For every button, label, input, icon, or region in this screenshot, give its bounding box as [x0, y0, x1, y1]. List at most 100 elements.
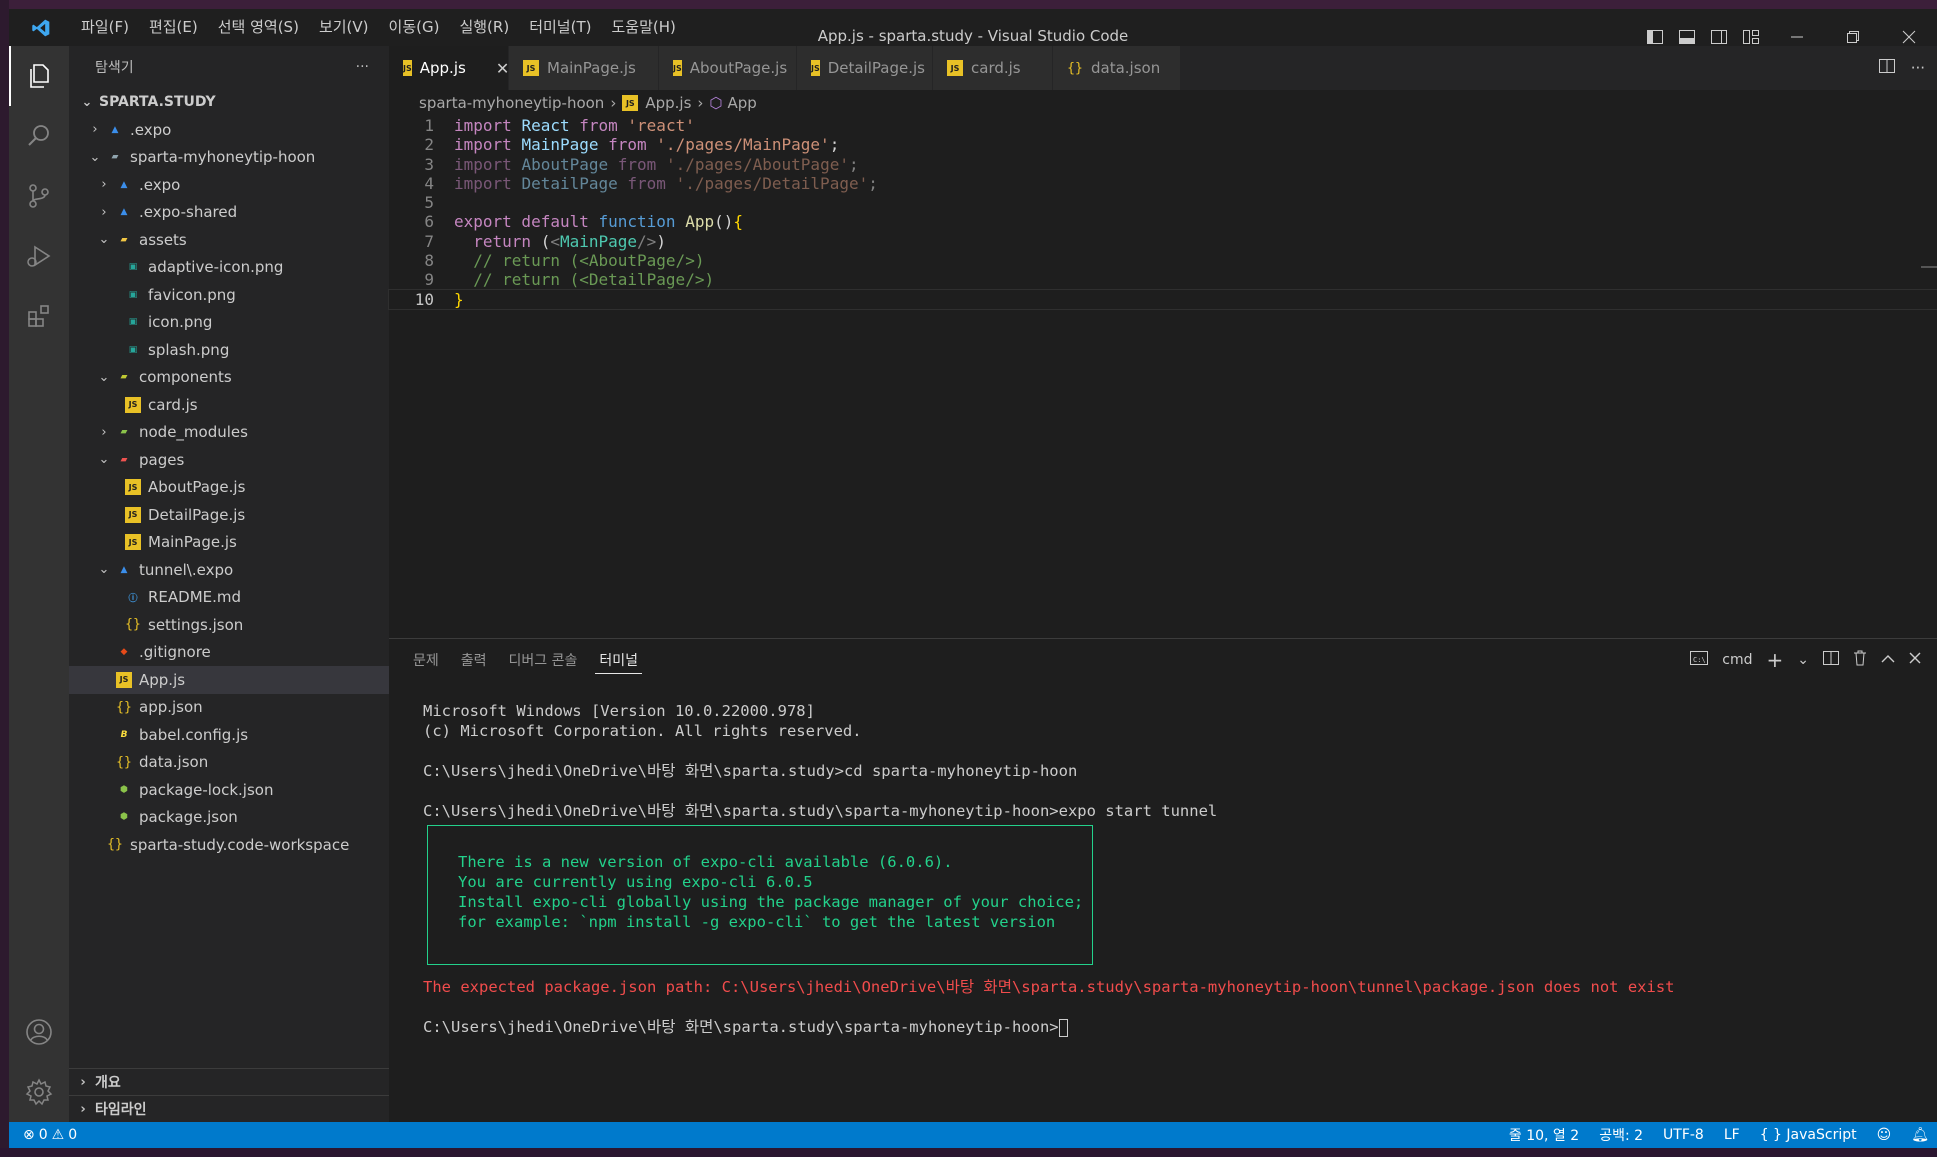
- outline-panel-header[interactable]: › 개요: [69, 1068, 389, 1095]
- menu-item[interactable]: 선택 영역(S): [208, 9, 309, 46]
- extensions-icon[interactable]: [9, 286, 69, 346]
- code-token: from: [608, 154, 666, 174]
- tree-item[interactable]: ▣ favicon.png: [69, 281, 389, 309]
- tree-item[interactable]: ⬢ package.json: [69, 804, 389, 832]
- close-panel-icon[interactable]: [1909, 652, 1921, 668]
- tree-item[interactable]: › ▰ node_modules: [69, 419, 389, 447]
- menu-item[interactable]: 이동(G): [379, 9, 450, 46]
- code-token: from: [598, 135, 657, 155]
- tree-item[interactable]: ▣ adaptive-icon.png: [69, 254, 389, 282]
- menu-item[interactable]: 실행(R): [449, 9, 519, 46]
- source-control-icon[interactable]: [9, 166, 69, 226]
- breadcrumb-file[interactable]: App.js: [645, 94, 691, 112]
- editor-tab[interactable]: JS MainPage.js: [509, 46, 659, 90]
- tree-item[interactable]: {} settings.json: [69, 611, 389, 639]
- editor-tab[interactable]: JS card.js: [933, 46, 1053, 90]
- tree-item[interactable]: {} data.json: [69, 749, 389, 777]
- new-terminal-icon[interactable]: +: [1767, 648, 1784, 672]
- terminal-line: C:\Users\jhedi\OneDrive\바탕 화면\sparta.stu…: [423, 802, 1218, 820]
- split-editor-icon[interactable]: [1878, 59, 1895, 77]
- menu-item[interactable]: 도움말(H): [601, 9, 685, 46]
- editor-tab[interactable]: JS DetailPage.js: [797, 46, 933, 90]
- terminal-output[interactable]: Microsoft Windows [Version 10.0.22000.97…: [389, 681, 1937, 1037]
- more-actions-icon[interactable]: ···: [356, 59, 369, 75]
- tree-item[interactable]: ⓘ README.md: [69, 584, 389, 612]
- breadcrumb-symbol[interactable]: App: [728, 94, 757, 112]
- menu-item[interactable]: 편집(E): [139, 9, 208, 46]
- tree-item[interactable]: JS App.js: [69, 666, 389, 694]
- tree-item[interactable]: ⌄ ▰ components: [69, 364, 389, 392]
- scrollbar-marker[interactable]: [1921, 266, 1937, 268]
- menu-item[interactable]: 터미널(T): [519, 9, 601, 46]
- tree-item[interactable]: JS AboutPage.js: [69, 474, 389, 502]
- maximize-panel-icon[interactable]: [1881, 652, 1895, 668]
- explorer-header: 탐색기 ···: [69, 46, 389, 88]
- chevron-down-icon[interactable]: ⌄: [1797, 652, 1809, 668]
- feedback-icon[interactable]: ☺: [1877, 1127, 1892, 1143]
- code-token: import: [454, 116, 522, 135]
- workspace-root[interactable]: ⌄ SPARTA.STUDY: [69, 88, 389, 116]
- tree-item[interactable]: ▣ icon.png: [69, 309, 389, 337]
- manage-gear-icon[interactable]: [9, 1062, 69, 1122]
- tree-item[interactable]: JS card.js: [69, 391, 389, 419]
- notifications-bell-icon[interactable]: 🔔︎: [1911, 1127, 1929, 1143]
- editor-tab[interactable]: {} data.json: [1053, 46, 1181, 90]
- editor-tab-label: MainPage.js: [547, 59, 636, 77]
- line-number: 9: [424, 270, 434, 290]
- panel-tab[interactable]: 출력: [457, 646, 491, 674]
- bottom-panel: 문제 출력 디버그 콘솔 터미널 C:\ cmd + ⌄ Microsoft Wind…: [389, 638, 1937, 1122]
- editor-tab[interactable]: JS AboutPage.js: [659, 46, 797, 90]
- tree-item[interactable]: ⌄ ▰ sparta-myhoneytip-hoon: [69, 144, 389, 172]
- tree-item[interactable]: › ▲ .expo-shared: [69, 199, 389, 227]
- tree-item[interactable]: Bbabel.config.js: [69, 721, 389, 749]
- tree-item[interactable]: {} sparta-study.code-workspace: [69, 831, 389, 859]
- file-tree: › ▲ .expo ⌄ ▰ sparta-myhoneytip-hoon › ▲ .expo › ▲…: [69, 116, 389, 859]
- tree-item[interactable]: ◆ .gitignore: [69, 639, 389, 667]
- end-of-line[interactable]: LF: [1724, 1127, 1740, 1143]
- accounts-icon[interactable]: [9, 1002, 69, 1062]
- explorer-icon[interactable]: [9, 46, 69, 106]
- code-text: import MainPage from './pages/MainPage';: [454, 135, 839, 154]
- code-text: // return (<AboutPage/>): [454, 251, 704, 270]
- tree-item[interactable]: ⌄ ▰ assets: [69, 226, 389, 254]
- language-mode[interactable]: { } JavaScript: [1760, 1127, 1857, 1143]
- terminal-shell-label[interactable]: cmd: [1722, 652, 1752, 668]
- tree-item-label: app.json: [139, 698, 203, 717]
- terminal-error-line: The expected package.json path: C:\Users…: [423, 978, 1675, 996]
- cursor-position[interactable]: 줄 10, 열 2: [1509, 1125, 1579, 1145]
- tree-item[interactable]: {} app.json: [69, 694, 389, 722]
- tree-item[interactable]: ⌄ ▰ pages: [69, 446, 389, 474]
- code-token: 'react': [627, 116, 695, 135]
- search-icon[interactable]: [9, 106, 69, 166]
- panel-tab[interactable]: 문제: [409, 646, 443, 674]
- editor-tab-label: App.js: [419, 59, 466, 77]
- split-terminal-icon[interactable]: [1823, 651, 1839, 669]
- panel-tab[interactable]: 터미널: [595, 646, 643, 674]
- terminal-line: C:\Users\jhedi\OneDrive\바탕 화면\sparta.stu…: [423, 762, 1078, 780]
- encoding[interactable]: UTF-8: [1663, 1127, 1704, 1143]
- indentation[interactable]: 공백: 2: [1599, 1125, 1643, 1145]
- braces-icon: { }: [1759, 1127, 1782, 1143]
- tree-item[interactable]: ⬢ package-lock.json: [69, 776, 389, 804]
- more-editor-actions-icon[interactable]: ···: [1911, 59, 1925, 77]
- tree-item[interactable]: › ▲ .expo: [69, 116, 389, 144]
- menu-item[interactable]: 파일(F): [71, 9, 139, 46]
- editor-tab[interactable]: JS App.js ✕: [389, 46, 509, 90]
- tree-item[interactable]: JS MainPage.js: [69, 529, 389, 557]
- breadcrumb-folder[interactable]: sparta-myhoneytip-hoon: [419, 94, 604, 112]
- tree-item[interactable]: ▣ splash.png: [69, 336, 389, 364]
- code-editor[interactable]: 1 import React from 'react' 2 import MainPa…: [388, 116, 1937, 310]
- problems-status[interactable]: ⊗ 0 ⚠ 0: [9, 1127, 77, 1143]
- tree-item[interactable]: JS DetailPage.js: [69, 501, 389, 529]
- close-tab-icon[interactable]: ✕: [496, 59, 509, 78]
- panel-tab[interactable]: 디버그 콘솔: [505, 646, 582, 674]
- trash-icon[interactable]: [1853, 650, 1867, 670]
- terminal-shell-icon[interactable]: C:\: [1690, 651, 1709, 669]
- run-debug-icon[interactable]: [9, 226, 69, 286]
- chevron-right-icon: ›: [610, 94, 617, 112]
- tree-item[interactable]: ⌄ ▲ tunnel\.expo: [69, 556, 389, 584]
- tree-item[interactable]: › ▲ .expo: [69, 171, 389, 199]
- timeline-panel-header[interactable]: › 타임라인: [69, 1095, 389, 1122]
- menu-item[interactable]: 보기(V): [309, 9, 379, 46]
- vscode-logo-icon[interactable]: [21, 9, 61, 46]
